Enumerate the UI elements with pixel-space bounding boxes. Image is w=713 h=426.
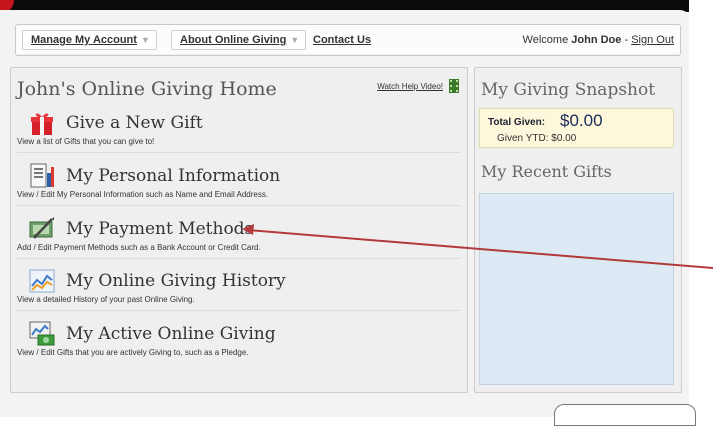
- film-icon[interactable]: [449, 79, 459, 93]
- chevron-down-icon: ▼: [140, 35, 150, 45]
- active-giving-icon: [29, 321, 55, 346]
- menu-item-description: View / Edit My Personal Information such…: [17, 190, 269, 199]
- total-given-value: $0.00: [560, 111, 603, 130]
- menu-item-description: View a list of Gifts that you can give t…: [17, 137, 155, 146]
- menu-item-title: My Active Online Giving: [66, 324, 276, 344]
- menu-item-description: Add / Edit Payment Methods such as a Ban…: [17, 243, 261, 252]
- page-title: John's Online Giving Home: [17, 78, 277, 100]
- divider: [17, 310, 461, 311]
- manage-account-menu-button[interactable]: Manage My Account ▼: [22, 30, 157, 50]
- welcome-prefix: Welcome: [522, 34, 569, 46]
- user-name: John Doe: [571, 34, 622, 46]
- manage-account-label: Manage My Account: [31, 34, 137, 46]
- giving-home-panel: John's Online Giving Home Watch Help Vid…: [10, 67, 468, 393]
- recent-gifts-title: My Recent Gifts: [481, 162, 612, 181]
- divider: [17, 152, 461, 153]
- about-giving-label: About Online Giving: [180, 34, 287, 46]
- profile-doc-icon: [30, 163, 54, 188]
- help-video-link[interactable]: Watch Help Video!: [377, 82, 443, 91]
- bottom-tab: [554, 404, 696, 426]
- gift-icon: [31, 113, 53, 135]
- giving-snapshot-panel: My Giving Snapshot Total Given: $0.00 Gi…: [474, 67, 682, 393]
- total-given-label: Total Given:: [488, 117, 546, 128]
- menu-item-title: My Online Giving History: [66, 271, 286, 291]
- menu-item-description: View / Edit Gifts that you are actively …: [17, 348, 249, 357]
- divider: [17, 205, 461, 206]
- recent-gifts-list: [479, 193, 674, 385]
- welcome-area: Welcome John Doe - Sign Out: [523, 31, 674, 49]
- given-ytd-text: Given YTD: $0.00: [497, 133, 577, 144]
- window-right-margin: [689, 0, 713, 417]
- top-nav-bar: Manage My Account ▼ About Online Giving ▼ …: [15, 24, 681, 56]
- menu-item-description: View a detailed History of your past Onl…: [17, 295, 195, 304]
- chevron-down-icon: ▼: [290, 35, 300, 45]
- sign-out-link[interactable]: Sign Out: [631, 34, 674, 46]
- divider: [17, 258, 461, 259]
- about-giving-menu-button[interactable]: About Online Giving ▼: [171, 30, 307, 50]
- menu-item-title: My Personal Information: [66, 166, 281, 186]
- snapshot-title: My Giving Snapshot: [481, 80, 656, 100]
- menu-item-title: My Payment Methods: [66, 219, 254, 239]
- chart-history-icon: [29, 269, 55, 293]
- payment-icon: [29, 217, 54, 239]
- menu-item-title: Give a New Gift: [66, 113, 203, 133]
- totals-box: Total Given: $0.00 Given YTD: $0.00: [479, 108, 674, 148]
- welcome-separator: -: [624, 34, 629, 46]
- contact-us-link[interactable]: Contact Us: [313, 31, 371, 49]
